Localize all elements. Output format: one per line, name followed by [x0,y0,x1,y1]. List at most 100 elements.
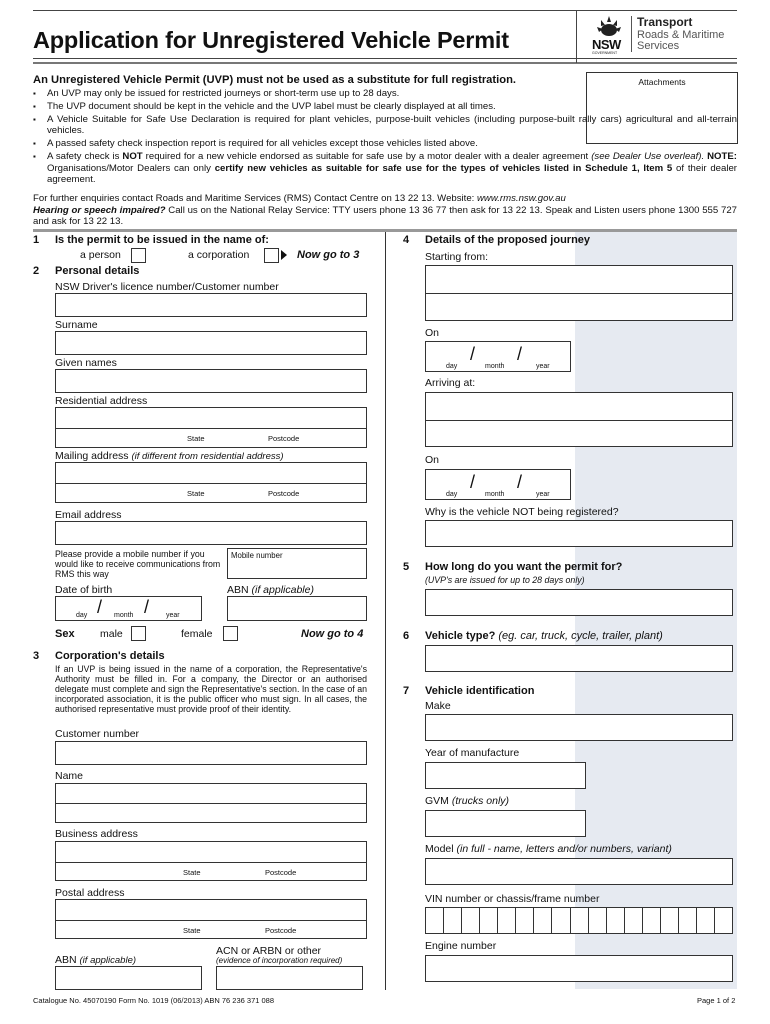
vin-input[interactable] [425,907,733,934]
vin-char-box[interactable] [697,908,715,933]
text: NOTE: [704,151,737,163]
gov-text: GOVERNMENT [592,51,618,55]
agency-line2: Roads & Maritime [637,28,725,41]
bullet-item: A Vehicle Suitable for Safe Use Declarat… [33,114,737,137]
residential-address-input[interactable]: State Postcode [55,407,367,448]
arrive-date-input[interactable]: day / month / year [425,469,571,500]
email-input[interactable] [55,521,367,545]
text: Vehicle type? [425,630,496,642]
page-title: Application for Unregistered Vehicle Per… [33,27,509,53]
abn-input[interactable] [227,596,367,621]
year-label: year [536,363,550,370]
year-manufacture-label: Year of manufacture [425,747,520,759]
slash: / [470,472,476,492]
vin-char-box[interactable] [444,908,463,933]
person-checkbox[interactable] [131,248,146,263]
header-rule-1 [33,58,737,59]
starting-from-input[interactable] [425,265,733,321]
why-input[interactable] [425,520,733,547]
month-label: month [485,363,505,370]
vin-char-box[interactable] [607,908,625,933]
postcode-label: Postcode [268,489,300,498]
postcode-label: Postcode [268,434,300,443]
corp-name-input[interactable] [55,783,367,823]
page-number: Page 1 of 2 [697,996,736,1005]
q6-number: 6 [403,630,410,642]
vin-char-box[interactable] [715,908,732,933]
business-address-label: Business address [55,828,138,840]
female-checkbox[interactable] [223,626,238,641]
mailing-label: Mailing address (if different from resid… [55,450,284,462]
state-label: State [187,489,205,498]
licence-input[interactable] [55,293,367,317]
text: certify new vehicles as suitable for saf… [214,162,673,174]
vin-char-box[interactable] [426,908,445,933]
mailing-address-input[interactable]: State Postcode [55,462,367,503]
corporation-checkbox[interactable] [264,248,279,263]
vin-char-box[interactable] [625,908,643,933]
year-manufacture-input[interactable] [425,762,586,789]
male-checkbox[interactable] [131,626,146,641]
day-label: day [76,612,88,619]
q4-number: 4 [403,234,410,246]
intro-bullets: An UVP may only be issued for restricted… [33,88,737,187]
corp-abn-input[interactable] [55,966,202,990]
intro-heading: An Unregistered Vehicle Permit (UVP) mus… [33,74,517,86]
day-label: day [446,491,458,498]
header-divider [576,10,577,63]
q5-heading: How long do you want the permit for? [425,561,623,573]
gvm-input[interactable] [425,810,586,837]
arriving-at-input[interactable] [425,392,733,447]
starting-label: Starting from: [425,251,489,263]
bullet-item: A safety check is NOT required for a new… [33,151,737,185]
slash: / [517,472,523,492]
vin-char-box[interactable] [498,908,517,933]
vin-char-box[interactable] [661,908,679,933]
licence-label: NSW Driver's licence number/Customer num… [55,281,279,293]
vin-char-box[interactable] [516,908,535,933]
postal-address-input[interactable]: State Postcode [55,899,367,939]
given-names-input[interactable] [55,369,367,393]
start-date-input[interactable]: day / month / year [425,341,571,372]
postcode-label: Postcode [265,868,297,877]
surname-input[interactable] [55,331,367,355]
make-input[interactable] [425,714,733,741]
vin-char-box[interactable] [643,908,661,933]
year-label: year [166,612,180,619]
vin-char-box[interactable] [571,908,589,933]
vin-label: VIN number or chassis/frame number [425,893,600,905]
enquiry-text: For further enquiries contact Roads and … [33,193,737,228]
vin-char-box[interactable] [679,908,697,933]
mobile-label: Mobile number [231,551,283,560]
slash: / [470,344,476,364]
vin-char-box[interactable] [589,908,607,933]
name-label: Name [55,770,84,782]
customer-number-input[interactable] [55,741,367,765]
mobile-input[interactable]: Mobile number [227,548,367,579]
vehicle-type-input[interactable] [425,645,733,672]
vin-char-box[interactable] [462,908,481,933]
header-rule-2 [33,62,737,64]
permit-duration-input[interactable] [425,589,733,616]
catalogue-info: Catalogue No. 45070190 Form No. 1019 (06… [33,996,275,1005]
vin-char-box[interactable] [534,908,553,933]
vin-char-box[interactable] [552,908,571,933]
acn-input[interactable] [216,966,363,990]
vin-char-box[interactable] [480,908,499,933]
dob-input[interactable]: day / month / year [55,596,202,621]
logo-divider [631,16,632,52]
on-label-2: On [425,454,440,466]
text: (see Dealer Use overleaf). [591,151,705,163]
model-input[interactable] [425,858,733,885]
field-split [426,420,732,421]
agency-line1: Transport [637,15,693,29]
q7-number: 7 [403,685,410,697]
agency-line3: Services [637,40,680,52]
business-address-input[interactable]: State Postcode [55,841,367,881]
bullet-item: An UVP may only be issued for restricted… [33,88,573,100]
q2-goto: Now go to 4 [301,628,364,640]
text: Model [425,843,457,855]
website-link[interactable]: www.rms.nsw.gov.au [477,193,566,204]
email-label: Email address [55,509,122,521]
engine-number-input[interactable] [425,955,733,982]
